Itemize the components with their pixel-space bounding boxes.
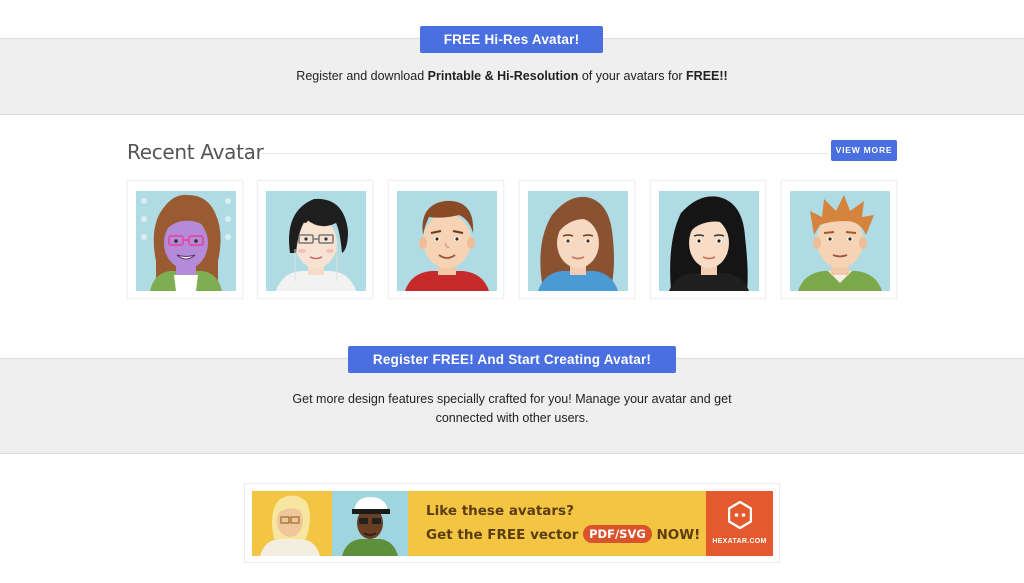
hires-promo-text-middle: of your avatars for (578, 69, 687, 83)
recent-avatar-heading: Recent Avatar (127, 140, 264, 164)
avatar-card[interactable] (519, 180, 635, 299)
register-free-button[interactable]: Register FREE! And Start Creating Avatar… (348, 346, 676, 373)
avatar-card[interactable] (781, 180, 897, 299)
avatar-image (659, 191, 759, 291)
banner-cap-avatar-image (332, 491, 408, 556)
register-promo-line-2: connected with other users. (435, 411, 589, 425)
banner-cta-now: NOW! (651, 527, 701, 543)
pdf-svg-badge: PDF/SVG (583, 525, 652, 543)
avatar-image (266, 191, 366, 291)
banner-blonde-avatar-image (252, 491, 328, 556)
free-hires-avatar-button[interactable]: FREE Hi-Res Avatar! (420, 26, 603, 53)
hires-promo-text: Register and download Printable & Hi-Res… (0, 69, 1024, 83)
recent-avatar-list (127, 180, 897, 300)
avatar-image (528, 191, 628, 291)
banner-cta-text: Get the FREE vector (426, 527, 584, 543)
avatar-image (136, 191, 236, 291)
hires-promo-text-start: Register and download (296, 69, 428, 83)
hires-promo-text-bold: Printable & Hi-Resolution (427, 69, 579, 83)
hexagon-logo-icon (728, 501, 752, 529)
hires-promo-text-free: FREE!! (686, 69, 728, 83)
banner-content: Like these avatars? Get the FREE vector … (252, 491, 773, 556)
avatar-card[interactable] (127, 180, 243, 299)
view-more-button[interactable]: VIEW MORE (831, 140, 897, 161)
hexatar-ad-banner[interactable]: Like these avatars? Get the FREE vector … (244, 483, 780, 563)
banner-headline: Like these avatars? (426, 503, 574, 519)
avatar-image (790, 191, 890, 291)
avatar-image (397, 191, 497, 291)
avatar-card[interactable] (650, 180, 766, 299)
avatar-card[interactable] (257, 180, 373, 299)
register-promo-line-1: Get more design features specially craft… (292, 392, 732, 406)
avatar-card[interactable] (388, 180, 504, 299)
banner-cta: Get the FREE vector PDF/SVG NOW! (426, 525, 700, 543)
register-promo-text: Get more design features specially craft… (0, 390, 1024, 428)
heading-divider (262, 153, 828, 154)
hexatar-brand-box: HEXATAR.COM (706, 491, 773, 556)
hexatar-brand-name: HEXATAR.COM (712, 538, 767, 545)
